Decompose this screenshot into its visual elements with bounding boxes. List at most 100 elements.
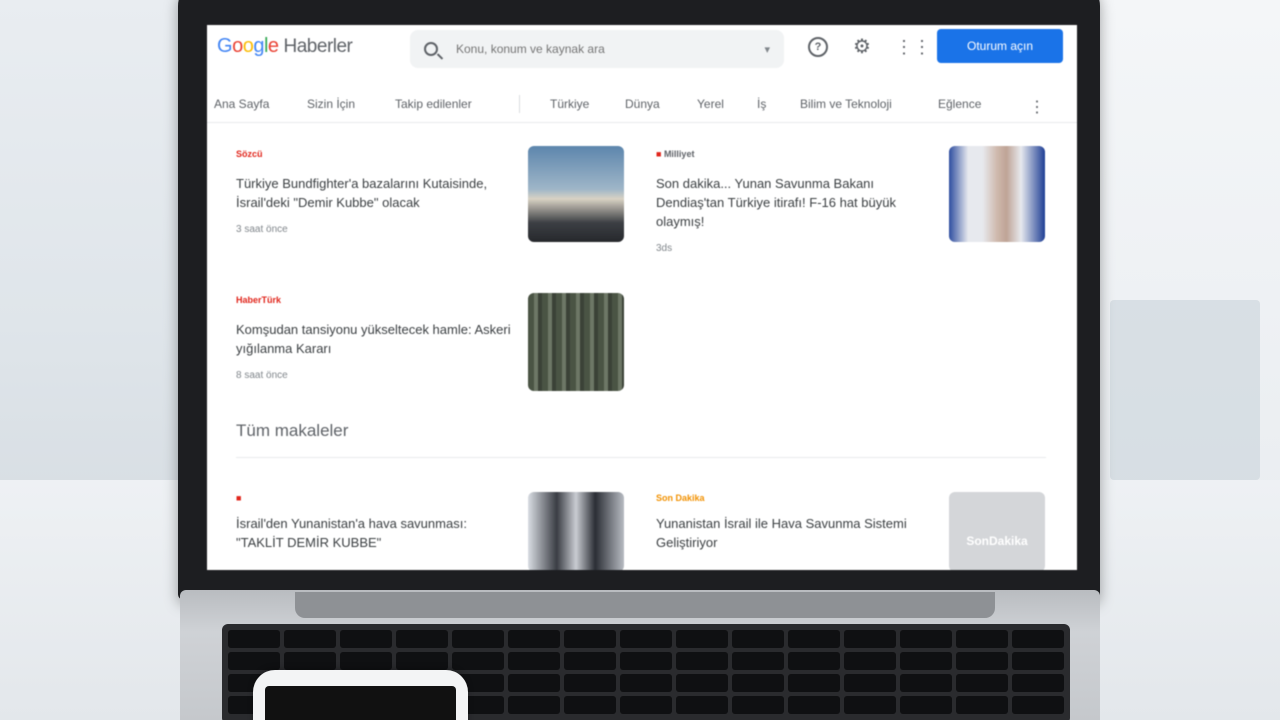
article-source-icon: ■	[236, 493, 242, 503]
keyboard-key	[788, 652, 840, 670]
keyboard-key	[340, 630, 392, 648]
logo-product-name: Haberler	[283, 36, 353, 57]
keyboard-key	[844, 674, 896, 692]
keyboard-key	[676, 696, 728, 714]
keyboard-key	[956, 696, 1008, 714]
keyboard-key	[340, 652, 392, 670]
keyboard-key	[676, 630, 728, 648]
keyboard-key	[1012, 652, 1064, 670]
login-button[interactable]: Oturum açın	[937, 29, 1063, 63]
tab-local[interactable]: Yerel	[697, 97, 724, 111]
tab-business[interactable]: İş	[757, 97, 766, 111]
keyboard-key	[452, 630, 504, 648]
search-icon[interactable]	[424, 42, 438, 56]
laptop-screen: GoogleHaberler ▾ ? ⚙ ⋮⋮ Oturum açın Ana …	[207, 25, 1077, 570]
news-card[interactable]: Sözcü Türkiye Bundfighter'a bazalarını K…	[236, 149, 516, 235]
tab-following[interactable]: Takip edilenler	[395, 97, 472, 111]
news-thumbnail[interactable]	[528, 293, 624, 391]
keyboard-key	[956, 630, 1008, 648]
keyboard-key	[900, 630, 952, 648]
phone-screen	[265, 686, 456, 720]
news-title[interactable]: Komşudan tansiyonu yükseltecek hamle: As…	[236, 320, 516, 358]
keyboard-key	[396, 630, 448, 648]
tab-science-tech[interactable]: Bilim ve Teknoloji	[800, 97, 892, 111]
logo-letter: e	[267, 35, 279, 57]
keyboard-key	[508, 674, 560, 692]
logo-letter: o	[242, 35, 254, 57]
article-thumbnail[interactable]	[528, 492, 624, 570]
keyboard-key	[732, 630, 784, 648]
keyboard-key	[564, 674, 616, 692]
nav-tabs: Ana Sayfa Sizin İçin Takip edilenler Tür…	[207, 87, 1077, 123]
more-vert-icon[interactable]: ⋮	[1029, 97, 1045, 117]
keyboard-key	[1012, 696, 1064, 714]
news-source: ■ Milliyet	[656, 149, 695, 159]
article-title[interactable]: Yunanistan İsrail ile Hava Savunma Siste…	[656, 514, 926, 552]
news-thumbnail[interactable]	[949, 146, 1045, 242]
chevron-down-icon[interactable]: ▾	[764, 43, 770, 56]
keyboard-key	[620, 630, 672, 648]
keyboard-key	[900, 652, 952, 670]
keyboard-key	[228, 652, 280, 670]
gear-icon[interactable]: ⚙	[852, 37, 872, 57]
keyboard-key	[788, 696, 840, 714]
smartphone	[253, 670, 468, 720]
section-title: Tüm makaleler	[236, 421, 349, 440]
help-icon[interactable]: ?	[808, 37, 828, 57]
news-title[interactable]: Son dakika... Yunan Savunma Bakanı Dendi…	[656, 174, 926, 231]
keyboard-key	[956, 674, 1008, 692]
tab-entertainment[interactable]: Eğlence	[938, 97, 981, 111]
keyboard-key	[676, 674, 728, 692]
article-card[interactable]: ■ İsrail'den Yunanistan'a hava savunması…	[236, 493, 516, 552]
news-source: Sözcü	[236, 149, 263, 159]
keyboard-key	[732, 696, 784, 714]
keyboard-key	[508, 652, 560, 670]
keyboard-key	[228, 630, 280, 648]
tab-for-you[interactable]: Sizin İçin	[307, 97, 355, 111]
section-divider	[236, 457, 1046, 458]
keyboard-key	[788, 674, 840, 692]
google-news-logo[interactable]: Google Haberler	[217, 35, 353, 58]
logo-letter: G	[217, 35, 233, 57]
news-time: 3 saat önce	[236, 224, 288, 235]
keyboard-key	[620, 674, 672, 692]
news-source-name: Milliyet	[663, 149, 695, 159]
keyboard-key	[564, 696, 616, 714]
keyboard-key	[508, 630, 560, 648]
tab-turkey[interactable]: Türkiye	[550, 97, 589, 111]
nav-divider	[519, 95, 520, 113]
keyboard-key	[676, 652, 728, 670]
news-card[interactable]: ■ Milliyet Son dakika... Yunan Savunma B…	[656, 149, 926, 254]
news-title[interactable]: Türkiye Bundfighter'a bazalarını Kutaisi…	[236, 174, 516, 212]
keyboard-key	[1012, 674, 1064, 692]
keyboard-key	[900, 696, 952, 714]
keyboard-key	[564, 630, 616, 648]
keyboard-key	[732, 652, 784, 670]
tab-world[interactable]: Dünya	[625, 97, 660, 111]
top-bar: GoogleHaberler ▾ ? ⚙ ⋮⋮ Oturum açın	[207, 25, 1077, 69]
logo-letter: o	[232, 35, 243, 57]
keyboard-key	[396, 652, 448, 670]
news-thumbnail[interactable]	[528, 146, 624, 242]
article-title[interactable]: İsrail'den Yunanistan'a hava savunması: …	[236, 514, 516, 552]
keyboard-key	[900, 674, 952, 692]
search-bar[interactable]: ▾	[410, 30, 784, 68]
article-source: Son Dakika	[656, 493, 705, 503]
news-time: 8 saat önce	[236, 370, 288, 381]
keyboard-key	[620, 652, 672, 670]
search-input[interactable]	[456, 42, 765, 56]
keyboard-key	[452, 652, 504, 670]
keyboard-key	[284, 652, 336, 670]
keyboard-key	[844, 652, 896, 670]
keyboard-key	[732, 674, 784, 692]
apps-grid-icon[interactable]: ⋮⋮	[895, 37, 931, 57]
keyboard-key	[844, 630, 896, 648]
tab-home[interactable]: Ana Sayfa	[214, 97, 269, 111]
news-card[interactable]: HaberTürk Komşudan tansiyonu yükseltecek…	[236, 295, 516, 381]
keyboard-key	[788, 630, 840, 648]
news-time: 3ds	[656, 243, 673, 254]
article-card[interactable]: Son Dakika Yunanistan İsrail ile Hava Sa…	[656, 493, 926, 552]
article-thumbnail[interactable]: SonDakika	[949, 492, 1045, 570]
keyboard-key	[564, 652, 616, 670]
keyboard-key	[1012, 630, 1064, 648]
